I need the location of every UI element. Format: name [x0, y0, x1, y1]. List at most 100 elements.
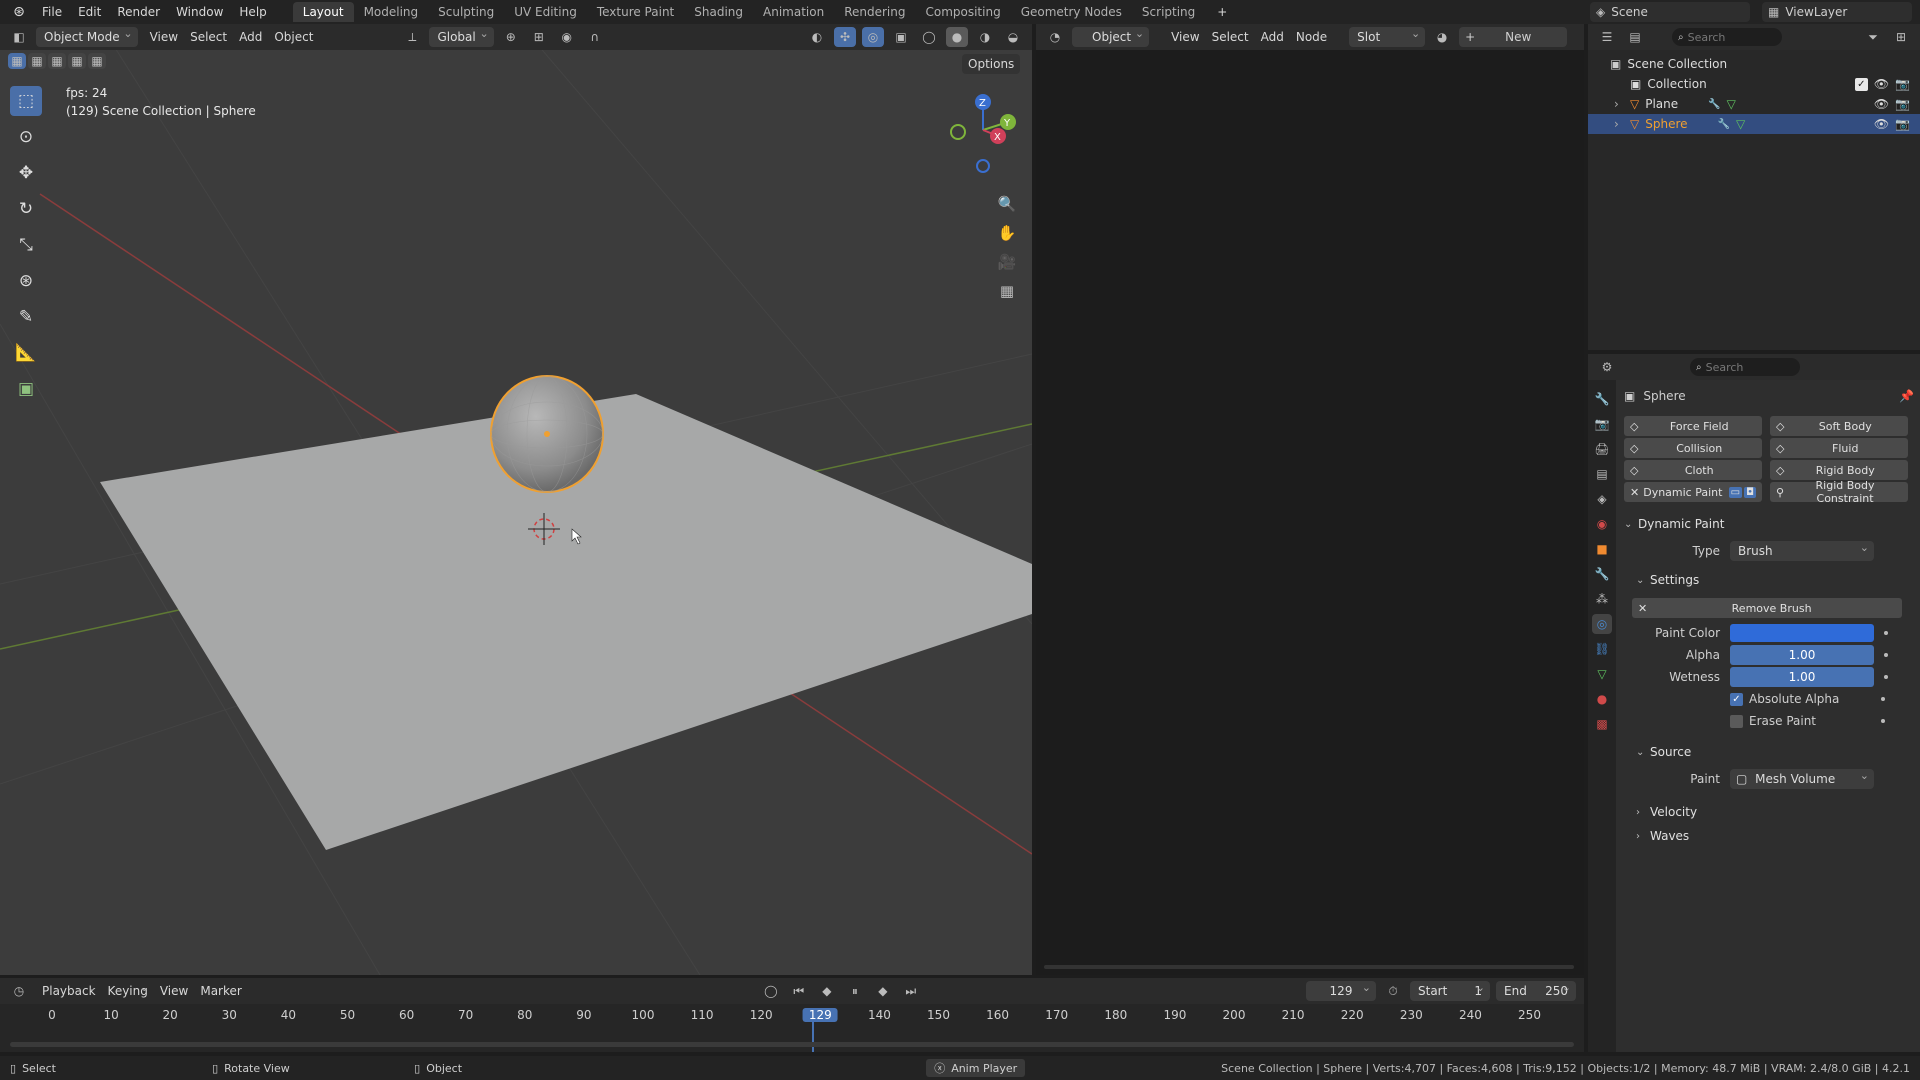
- node-editor-scrollbar[interactable]: [1044, 965, 1574, 969]
- current-frame-field[interactable]: 129: [1306, 978, 1376, 1001]
- properties-search[interactable]: ⌕ Search: [1690, 358, 1800, 376]
- zoom-icon[interactable]: 🔍: [996, 194, 1018, 214]
- menu-edit[interactable]: Edit: [70, 0, 109, 24]
- tab-sculpting[interactable]: Sculpting: [428, 2, 504, 22]
- tab-rendering[interactable]: Rendering: [834, 2, 915, 22]
- expand-chevron-icon[interactable]: ›: [1614, 117, 1630, 131]
- display-mode-icon[interactable]: ▤: [1624, 27, 1646, 47]
- playhead-line[interactable]: [812, 1022, 814, 1052]
- move-tool-icon[interactable]: ✥: [10, 158, 42, 188]
- jump-end-icon[interactable]: ⏭: [900, 981, 922, 1001]
- dynamic-paint-section[interactable]: ⌄ Dynamic Paint: [1624, 512, 1914, 536]
- scale-tool-icon[interactable]: ⤡: [10, 230, 42, 260]
- physics-force-field-button[interactable]: ◇ Force Field: [1624, 416, 1762, 436]
- tab-geometry-nodes[interactable]: Geometry Nodes: [1011, 2, 1132, 22]
- select-new-icon[interactable]: ▦: [8, 53, 26, 69]
- outliner-scene-collection[interactable]: ▣ Scene Collection: [1588, 54, 1920, 74]
- jump-keyframe-forward-icon[interactable]: ◆: [872, 981, 894, 1001]
- settings-section[interactable]: ⌄ Settings: [1624, 568, 1914, 592]
- tool-tab-icon[interactable]: 🔧: [1592, 389, 1612, 409]
- transform-orientation-dropdown[interactable]: Global: [429, 24, 494, 47]
- filter-icon[interactable]: ⏷: [1862, 27, 1884, 47]
- cursor-tool-icon[interactable]: ⊙: [10, 122, 42, 152]
- outliner-collection[interactable]: ▣ Collection ✓ 👁 📷: [1588, 74, 1920, 94]
- falloff-icon[interactable]: ∩: [584, 27, 606, 47]
- transform-tool-icon[interactable]: ⊛: [10, 266, 42, 296]
- ne-menu-view[interactable]: View: [1165, 27, 1205, 47]
- outliner-search[interactable]: ⌕ Search: [1672, 28, 1782, 46]
- slot-dropdown[interactable]: Slot: [1349, 24, 1426, 47]
- camera-view-icon[interactable]: 🎥: [996, 252, 1018, 272]
- physics-rigid-body-button[interactable]: ◇ Rigid Body: [1770, 460, 1908, 480]
- timeline-type-icon[interactable]: ◷: [8, 981, 30, 1001]
- object-tab-icon[interactable]: ■: [1592, 539, 1612, 559]
- keyframe-dot[interactable]: [1884, 675, 1888, 679]
- tl-menu-view[interactable]: View: [154, 981, 194, 1001]
- wireframe-shading-icon[interactable]: ◯: [918, 27, 940, 47]
- particles-tab-icon[interactable]: ⁂: [1592, 589, 1612, 609]
- tab-layout[interactable]: Layout: [292, 2, 354, 22]
- texture-tab-icon[interactable]: ▩: [1592, 714, 1612, 734]
- outliner-type-icon[interactable]: ☰: [1596, 27, 1618, 47]
- rendered-shading-icon[interactable]: ◒: [1002, 27, 1024, 47]
- menu-window[interactable]: Window: [168, 0, 231, 24]
- view-layer-tab-icon[interactable]: ▤: [1592, 464, 1612, 484]
- render-display-icon[interactable]: ◘: [1744, 486, 1756, 498]
- new-material-button[interactable]: + New: [1459, 27, 1568, 47]
- remove-x-icon[interactable]: ✕: [1630, 486, 1639, 499]
- camera-render-icon[interactable]: 📷: [1895, 77, 1910, 91]
- visibility-icon[interactable]: ◐: [806, 27, 828, 47]
- physics-collision-button[interactable]: ◇ Collision: [1624, 438, 1762, 458]
- remove-brush-button[interactable]: ✕ Remove Brush: [1632, 598, 1902, 618]
- solid-shading-icon[interactable]: ●: [946, 27, 968, 47]
- keyframe-dot[interactable]: [1881, 697, 1885, 701]
- tab-compositing[interactable]: Compositing: [915, 2, 1010, 22]
- tl-menu-playback[interactable]: Playback: [36, 978, 102, 1001]
- end-frame-field[interactable]: End 250: [1496, 978, 1576, 1001]
- node-object-dropdown[interactable]: Object: [1072, 24, 1150, 47]
- tab-texture-paint[interactable]: Texture Paint: [587, 2, 684, 22]
- physics-fluid-button[interactable]: ◇ Fluid: [1770, 438, 1908, 458]
- world-tab-icon[interactable]: ◉: [1592, 514, 1612, 534]
- jump-start-icon[interactable]: ⏮: [788, 981, 810, 1001]
- physics-cloth-button[interactable]: ◇ Cloth: [1624, 460, 1762, 480]
- new-collection-icon[interactable]: ⊞: [1890, 27, 1912, 47]
- keyframe-dot[interactable]: [1884, 653, 1888, 657]
- select-subtract-icon[interactable]: ▦: [48, 53, 66, 69]
- eye-icon[interactable]: 👁: [1874, 97, 1889, 111]
- overlay-toggle-icon[interactable]: ◎: [862, 27, 884, 47]
- paint-source-dropdown[interactable]: ▢ Mesh Volume: [1730, 766, 1874, 789]
- perspective-grid-icon[interactable]: ▦: [996, 281, 1018, 301]
- scene-tab-icon[interactable]: ◈: [1592, 489, 1612, 509]
- add-cube-tool-icon[interactable]: ▣: [10, 374, 42, 404]
- tab-modeling[interactable]: Modeling: [354, 2, 429, 22]
- mode-dropdown[interactable]: Object Mode: [36, 24, 138, 47]
- rigid-body-constraint-button[interactable]: ⚲ Rigid Body Constraint: [1770, 479, 1908, 505]
- outliner-item-plane[interactable]: › ▽ Plane 🔧 ▽ 👁 📷: [1588, 94, 1920, 114]
- material-shading-icon[interactable]: ◑: [974, 27, 996, 47]
- keyframe-dot[interactable]: [1884, 631, 1888, 635]
- shader-node-editor[interactable]: ◔ Object ViewSelectAddNode Slot ◕ + New: [1036, 24, 1584, 975]
- vp-menu-object[interactable]: Object: [268, 27, 319, 47]
- xray-icon[interactable]: ▣: [890, 27, 912, 47]
- options-dropdown[interactable]: Options: [962, 54, 1021, 74]
- eye-icon[interactable]: 👁: [1874, 77, 1889, 91]
- add-workspace-button[interactable]: +: [1209, 0, 1235, 24]
- vp-menu-view[interactable]: View: [144, 27, 184, 47]
- editor-type-icon[interactable]: ◧: [8, 27, 30, 47]
- output-tab-icon[interactable]: 🖨: [1592, 439, 1612, 459]
- pan-hand-icon[interactable]: ✋: [996, 223, 1018, 243]
- camera-render-icon[interactable]: 📷: [1895, 97, 1910, 111]
- pivot-icon[interactable]: ⊕: [500, 27, 522, 47]
- waves-section[interactable]: › Waves: [1624, 824, 1914, 848]
- timeline-scrollbar[interactable]: [10, 1042, 1574, 1047]
- wetness-slider[interactable]: 1.00: [1730, 667, 1874, 687]
- pin-icon[interactable]: 📌: [1899, 389, 1914, 403]
- tab-animation[interactable]: Animation: [753, 2, 834, 22]
- data-tab-icon[interactable]: ▽: [1592, 664, 1612, 684]
- material-sphere-icon[interactable]: ◕: [1431, 27, 1453, 47]
- scene-selector[interactable]: ◈ Scene: [1590, 2, 1750, 22]
- physics-tab-icon[interactable]: ◎: [1592, 614, 1612, 634]
- outliner-item-sphere[interactable]: › ▽ Sphere 🔧 ▽ 👁 📷: [1588, 114, 1920, 134]
- type-dropdown[interactable]: Brush: [1730, 538, 1874, 561]
